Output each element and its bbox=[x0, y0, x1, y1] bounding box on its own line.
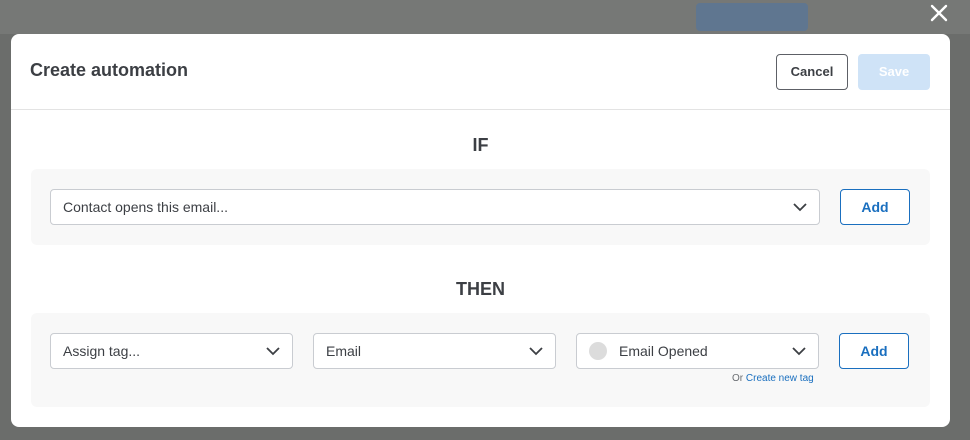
modal-title: Create automation bbox=[30, 60, 189, 80]
trigger-select[interactable]: Contact opens this email... bbox=[50, 189, 820, 225]
category-select[interactable]: Email bbox=[313, 333, 556, 369]
tag-select[interactable]: Email Opened bbox=[576, 333, 819, 369]
backdrop bbox=[0, 0, 970, 34]
chevron-down-icon bbox=[529, 347, 543, 356]
close-icon-svg bbox=[930, 4, 948, 22]
create-tag-hint: Or Create new tag bbox=[732, 373, 814, 384]
modal-header: Create automation Cancel Save bbox=[11, 34, 950, 110]
tag-select-value: Email Opened bbox=[619, 343, 708, 359]
cancel-button[interactable]: Cancel bbox=[776, 54, 848, 90]
trigger-select-value: Contact opens this email... bbox=[63, 199, 228, 215]
chevron-down-icon bbox=[266, 347, 280, 356]
if-section-label: IF bbox=[472, 135, 489, 155]
save-button[interactable]: Save bbox=[858, 54, 930, 90]
then-add-button[interactable]: Add bbox=[839, 333, 909, 369]
action-select[interactable]: Assign tag... bbox=[50, 333, 293, 369]
then-panel: Assign tag... Email Email Opened Add Or … bbox=[31, 313, 930, 407]
close-icon[interactable] bbox=[926, 0, 952, 26]
chevron-down-icon bbox=[792, 347, 806, 356]
backdrop-button bbox=[696, 3, 808, 31]
chevron-down-icon bbox=[793, 203, 807, 212]
if-add-button[interactable]: Add bbox=[840, 189, 910, 225]
hint-prefix: Or bbox=[732, 373, 744, 384]
category-select-value: Email bbox=[326, 343, 362, 359]
tag-color-dot bbox=[589, 342, 607, 360]
if-panel: Contact opens this email... Add bbox=[31, 169, 930, 245]
then-section-label: THEN bbox=[456, 279, 505, 299]
create-automation-modal: Create automation Cancel Save IF Contact… bbox=[11, 34, 950, 427]
create-new-tag-link[interactable]: Create new tag bbox=[746, 373, 814, 384]
action-select-value: Assign tag... bbox=[63, 343, 141, 359]
